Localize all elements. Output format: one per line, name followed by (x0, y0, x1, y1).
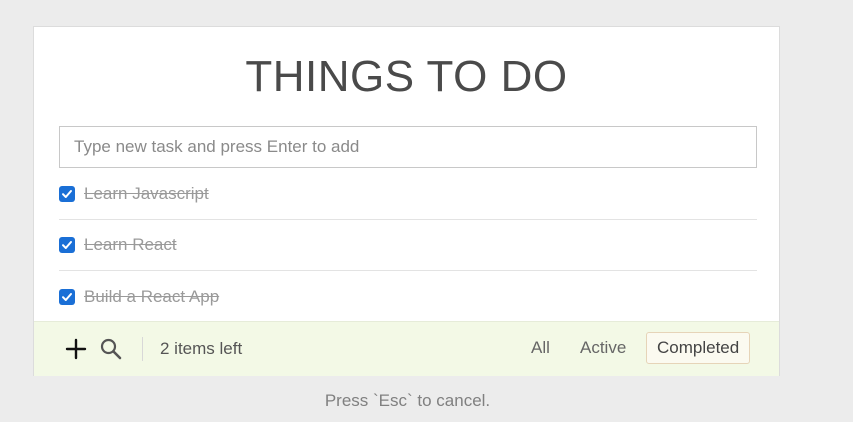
add-task-button[interactable] (63, 336, 89, 362)
new-task-input[interactable] (59, 126, 757, 168)
search-button[interactable] (98, 336, 124, 362)
checkmark-icon (62, 190, 72, 198)
todo-footer: 2 items left All Active Completed (34, 321, 779, 376)
filter-completed[interactable]: Completed (646, 332, 751, 364)
filter-all[interactable]: All (520, 332, 561, 364)
footer-divider (142, 337, 143, 361)
todo-item: Build a React App (59, 271, 757, 322)
todo-item: Learn Javascript (59, 169, 757, 220)
items-left-count: 2 items left (160, 339, 243, 358)
plus-icon (65, 338, 87, 360)
todo-list: Learn Javascript Learn React Build a Rea… (59, 169, 757, 322)
page-title: THINGS TO DO (245, 52, 568, 101)
todo-checkbox[interactable] (59, 288, 75, 305)
todo-item: Learn React (59, 220, 757, 271)
todo-checkbox[interactable] (59, 186, 75, 202)
filter-active[interactable]: Active (569, 332, 637, 364)
todo-checkbox[interactable] (59, 237, 75, 253)
cancel-hint: Press `Esc` to cancel. (324, 391, 491, 410)
checkmark-icon (62, 292, 72, 301)
todo-label[interactable]: Build a React App (84, 287, 219, 307)
checkmark-icon (62, 241, 72, 249)
todo-label[interactable]: Learn Javascript (84, 184, 209, 204)
todo-label[interactable]: Learn React (84, 235, 177, 255)
todo-card: THINGS TO DO Learn Javascript Learn Reac… (33, 26, 780, 376)
search-icon (100, 338, 122, 360)
